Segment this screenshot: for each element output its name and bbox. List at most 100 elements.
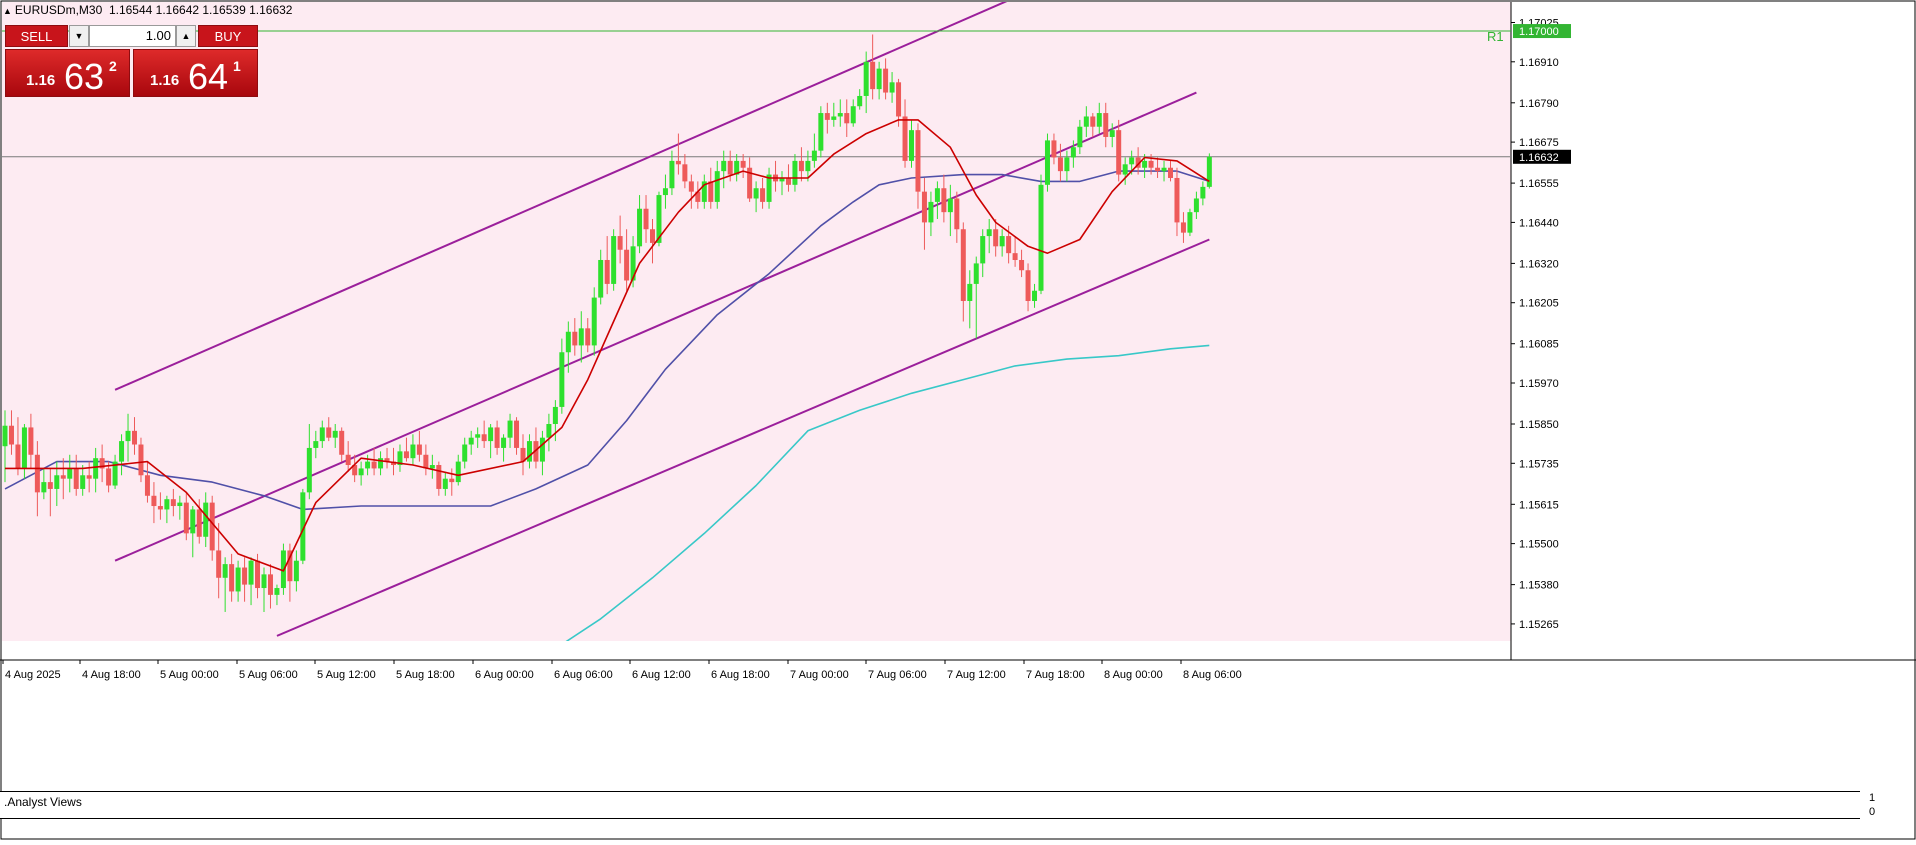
candle-body	[501, 437, 507, 448]
candle-body	[339, 430, 345, 455]
candle-body	[358, 468, 364, 476]
candle-body	[106, 468, 112, 486]
y-tick-label: 1.16675	[1519, 137, 1559, 149]
candle-body	[15, 444, 21, 469]
candle-body	[332, 430, 338, 438]
candle-body	[1155, 167, 1161, 172]
candle-body	[753, 188, 759, 199]
candle-body	[643, 208, 649, 230]
lot-size-input[interactable]: 1.00	[89, 25, 176, 47]
candle-body	[526, 441, 532, 462]
chart: 1.17025 1.16910 1.16790 1.16675 1.16555 1.164…	[0, 0, 1916, 840]
candle-body	[132, 430, 137, 445]
buy-price-pips: 64	[188, 56, 229, 97]
candle-body	[947, 198, 953, 213]
candle-body	[986, 229, 992, 237]
candle-body	[1168, 167, 1173, 178]
y-tick-label: 1.15500	[1519, 539, 1559, 551]
candle-body	[248, 560, 254, 585]
candle-body	[650, 229, 655, 243]
x-tick-label: 5 Aug 00:00	[160, 669, 219, 681]
y-tick-label: 1.16205	[1519, 298, 1559, 310]
collapse-triangle-icon[interactable]: ▲	[3, 6, 12, 16]
y-tick-label: 1.16440	[1519, 217, 1559, 229]
candle-body	[170, 499, 176, 507]
candle-body	[1090, 116, 1096, 127]
candle-body	[410, 444, 416, 459]
candle-body	[80, 475, 86, 489]
candle-body	[177, 502, 183, 507]
candle-body	[1064, 157, 1070, 172]
candle-body	[1122, 164, 1128, 175]
candle-body	[507, 420, 513, 438]
y-tick-label: 1.16085	[1519, 339, 1559, 351]
candle-body	[928, 201, 934, 223]
candle-body	[1096, 113, 1102, 127]
candle-body	[21, 427, 27, 469]
lot-increase-icon[interactable]: ▲	[176, 25, 196, 47]
candle-body	[209, 502, 215, 551]
lot-decrease-icon[interactable]: ▼	[69, 25, 89, 47]
candle-body	[1051, 140, 1057, 158]
candle-body	[1070, 147, 1076, 158]
buy-button[interactable]: BUY	[198, 25, 258, 47]
price-chart[interactable]: 1.170251.169101.167901.166751.165551.164…	[0, 0, 1916, 840]
indicator-subwindow[interactable]: .Analyst Views	[0, 791, 1860, 819]
candle-body	[2, 425, 8, 447]
x-tick-label: 4 Aug 2025	[5, 669, 61, 681]
candle-body	[857, 95, 863, 107]
y-tick-label: 1.15970	[1519, 378, 1559, 390]
candle-body	[675, 160, 681, 165]
y-tick-label: 1.15615	[1519, 499, 1559, 511]
candle-body	[565, 331, 571, 353]
sell-price-button[interactable]: 1.16 63 2	[5, 49, 130, 97]
sell-button[interactable]: SELL	[5, 25, 68, 47]
x-tick-label: 5 Aug 12:00	[317, 669, 376, 681]
candle-body	[1025, 270, 1031, 301]
candle-body	[624, 249, 630, 281]
candle-body	[598, 259, 604, 298]
candle-body	[313, 441, 319, 448]
current-price-label: 1.16632	[1519, 152, 1559, 164]
candle-body	[242, 567, 248, 585]
candle-body	[1193, 198, 1199, 213]
candle-body	[151, 495, 157, 507]
indicator-scale-bottom: 0	[1869, 806, 1876, 818]
y-tick-label: 1.15380	[1519, 580, 1559, 592]
candle-body	[669, 160, 675, 189]
candle-body	[157, 506, 163, 510]
buy-price-prefix: 1.16	[150, 72, 180, 89]
candle-body	[1103, 113, 1109, 137]
x-tick-label: 4 Aug 18:00	[82, 669, 141, 681]
candle-body	[954, 198, 960, 230]
candle-body	[559, 352, 565, 407]
y-tick-label: 1.15735	[1519, 458, 1559, 470]
candle-body	[896, 82, 902, 117]
candle-body	[203, 502, 209, 537]
candle-body	[319, 427, 325, 442]
candle-body	[604, 259, 610, 284]
candle-body	[941, 188, 947, 213]
candle-body	[429, 465, 435, 469]
candle-body	[183, 502, 189, 534]
candle-body	[811, 150, 817, 161]
candle-body	[824, 113, 830, 120]
candle-body	[572, 331, 578, 346]
y-tick-label: 1.16320	[1519, 258, 1559, 270]
candle-body	[850, 106, 856, 124]
candle-body	[870, 61, 876, 90]
candle-body	[546, 424, 552, 438]
buy-price-button[interactable]: 1.16 64 1	[133, 49, 258, 97]
candle-body	[125, 430, 131, 442]
candle-body	[1057, 157, 1063, 172]
candle-body	[1161, 167, 1167, 172]
candle-body	[837, 113, 843, 117]
candle-body	[144, 475, 150, 496]
candle-body	[934, 188, 940, 202]
sell-price-fraction: 2	[109, 58, 117, 74]
candle-body	[552, 406, 558, 425]
symbol-header: ▲ EURUSDm,M30 1.16544 1.16642 1.16539 1.1…	[3, 3, 292, 17]
candle-body	[1038, 184, 1044, 291]
candle-body	[229, 564, 235, 592]
candle-body	[34, 454, 40, 493]
